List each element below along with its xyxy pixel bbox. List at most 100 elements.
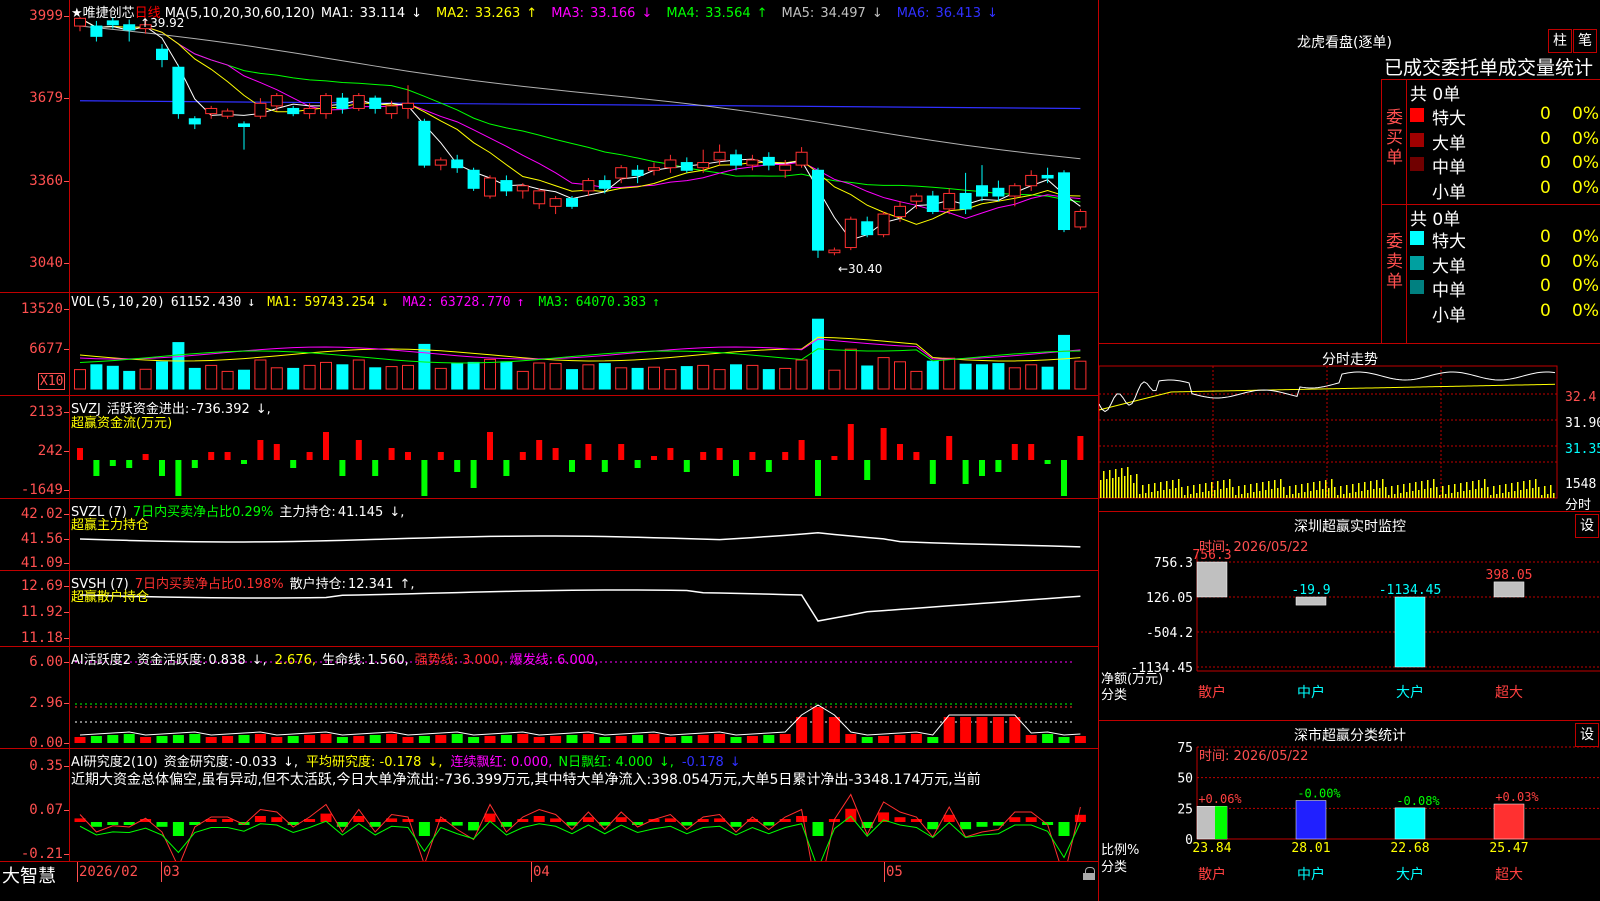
candle[interactable] — [910, 195, 923, 202]
candle[interactable] — [287, 107, 300, 115]
candle[interactable] — [1058, 172, 1070, 231]
candle[interactable] — [188, 118, 201, 125]
favorite-star-icon[interactable]: ★ — [71, 6, 83, 21]
intraday-volume-bar — [1547, 494, 1549, 498]
ma-value: MA1: 33.114 ↓ — [321, 6, 428, 21]
intraday-volume-bar — [1322, 489, 1324, 498]
candle[interactable] — [451, 159, 464, 169]
candle[interactable] — [959, 192, 972, 210]
candle[interactable] — [861, 221, 874, 236]
candle[interactable] — [385, 105, 398, 115]
candle[interactable] — [418, 120, 431, 166]
candle[interactable] — [828, 249, 841, 254]
candle[interactable] — [106, 20, 119, 26]
intraday-volume-bar — [1409, 483, 1411, 498]
candle[interactable] — [320, 95, 332, 115]
candle[interactable] — [926, 195, 939, 212]
order-pct: 0% — [1572, 227, 1599, 247]
candle[interactable] — [779, 164, 792, 171]
kline-chart[interactable] — [0, 0, 1098, 292]
candle[interactable] — [713, 151, 726, 161]
candle[interactable] — [402, 102, 414, 109]
monitor-category-label: 超大 — [1495, 685, 1523, 701]
activity-bar — [304, 735, 316, 743]
ma-arrow: ↓ — [986, 6, 998, 21]
ma-value: MA5: 34.497 ↓ — [782, 6, 889, 21]
candle[interactable] — [484, 177, 496, 197]
svsh-value: 12.341 ↑, — [347, 577, 415, 592]
svzl-value: 41.145 ↓, — [337, 505, 405, 520]
candle[interactable] — [1041, 174, 1054, 179]
candle[interactable] — [533, 190, 546, 205]
candle[interactable] — [549, 198, 562, 207]
intraday-volume-bar — [1505, 484, 1507, 498]
intraday-panel[interactable]: 分时走势 32.4 31.90 31.35 1548 分时 — [1098, 344, 1600, 513]
candle[interactable] — [844, 218, 857, 249]
intraday-volume-bar — [1100, 480, 1102, 498]
candle[interactable] — [730, 154, 742, 166]
candle[interactable] — [254, 102, 267, 117]
candle[interactable] — [943, 192, 956, 210]
candle[interactable] — [90, 25, 103, 37]
svsh-panel[interactable]: 12.69 11.92 11.18 SVSH (7) 7日内买卖净占比0.198%… — [0, 571, 1098, 647]
svzl-panel[interactable]: 42.02 41.56 41.09 SVZL (7) 7日内买卖净占比0.29% 主… — [0, 499, 1098, 571]
candle[interactable] — [1025, 174, 1038, 187]
dragon-col-divider — [1406, 80, 1407, 344]
candle[interactable] — [812, 169, 824, 251]
fund-flow-bar — [782, 452, 789, 460]
monitor-value-label: -1134.45 — [1379, 583, 1442, 598]
candle[interactable] — [123, 24, 136, 31]
candle[interactable] — [516, 185, 529, 192]
candle[interactable] — [762, 156, 775, 166]
candle[interactable] — [976, 185, 988, 197]
vol-ma-value: MA1: 59743.254 ↓ — [267, 295, 395, 310]
candle[interactable] — [336, 97, 349, 109]
candle[interactable] — [369, 97, 382, 109]
candle[interactable] — [598, 180, 611, 189]
kline-panel[interactable]: 3999 3679 3360 3040 ★唯捷创芯日线 MA(5,10,20,30… — [0, 0, 1098, 293]
candle[interactable] — [631, 169, 644, 176]
candle[interactable] — [680, 162, 693, 171]
candle[interactable] — [270, 95, 283, 107]
candle[interactable] — [894, 205, 906, 218]
color-swatch — [1410, 157, 1424, 171]
intraday-volume-bar — [1316, 490, 1318, 498]
candle[interactable] — [221, 110, 234, 117]
tick-view-button[interactable]: 笔 — [1573, 29, 1597, 53]
dragon-row: 大单 0 0% — [1408, 252, 1600, 277]
candle[interactable] — [156, 48, 168, 61]
candle[interactable] — [1074, 210, 1087, 228]
activity-bar — [468, 737, 480, 743]
candle[interactable] — [434, 159, 447, 166]
intraday-volume-bar — [1481, 488, 1483, 498]
volume-panel[interactable]: 13520 6677 X10 VOL(5,10,20) 61152.430 ↓ MA1… — [0, 293, 1098, 396]
ai-activity-panel[interactable]: 6.00 2.96 0.00 AI活跃度2 资金活跃度: 0.838 ↓, 2.676,… — [0, 647, 1098, 751]
candle[interactable] — [172, 66, 185, 115]
candle[interactable] — [877, 213, 890, 236]
fund-flow-bar — [831, 456, 838, 460]
column-view-button[interactable]: 柱 — [1548, 29, 1572, 53]
intraday-chart[interactable] — [1099, 344, 1600, 511]
svzj-panel[interactable]: 2133 242 -1649 SVZJ 活跃资金进出: -736.392 ↓, 超赢资… — [0, 396, 1098, 499]
candle[interactable] — [352, 95, 365, 109]
candle[interactable] — [648, 167, 660, 171]
candle[interactable] — [303, 107, 316, 115]
research-bar — [796, 816, 808, 822]
candle[interactable] — [566, 198, 578, 207]
volume-bar — [467, 361, 480, 390]
candle[interactable] — [1008, 185, 1021, 197]
candle[interactable] — [992, 187, 1005, 197]
candle[interactable] — [467, 169, 480, 189]
volume-bar — [992, 363, 1005, 390]
order-type: 小单 — [1432, 305, 1466, 326]
candle[interactable] — [746, 159, 759, 166]
candle[interactable] — [697, 162, 710, 169]
candle[interactable] — [582, 180, 595, 192]
candle[interactable] — [615, 167, 628, 179]
candle[interactable] — [205, 107, 218, 115]
ai-research-panel[interactable]: 0.35 0.07 -0.21 AI研究度2(10) 资金研究度: -0.033 ↓,… — [0, 749, 1098, 862]
candle[interactable] — [238, 123, 250, 127]
candle[interactable] — [795, 151, 808, 166]
candle[interactable] — [664, 159, 677, 169]
candle[interactable] — [500, 180, 513, 192]
